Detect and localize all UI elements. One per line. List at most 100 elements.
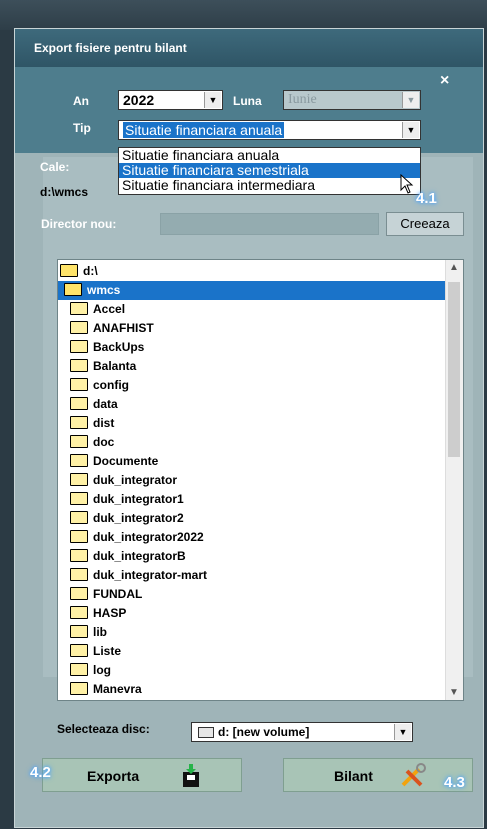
luna-select: Iunie ▼ [283,90,421,110]
an-select[interactable]: 2022 ▼ [118,90,223,110]
tree-folder-label: duk_integrator1 [93,492,184,506]
tree-folder-item[interactable]: BackUps [70,338,144,357]
tree-folder-item[interactable]: Documente [70,452,158,471]
tree-folder-label: Documente [93,454,159,468]
tree-root[interactable]: d:\ [60,262,98,281]
chevron-down-icon[interactable]: ▼ [394,724,411,740]
save-export-icon [183,764,199,787]
an-value: 2022 [123,92,155,108]
folder-icon [70,378,88,392]
folder-icon [70,473,88,487]
dialog-title: Export fisiere pentru bilant [15,29,483,67]
tree-folder-label: dist [93,416,115,430]
tree-folder-label: duk_integratorB [93,549,186,563]
dropdown-option-anuala[interactable]: Situatie financiara anuala [119,148,420,163]
tree-folder-item[interactable]: ANAFHIST [70,319,154,338]
tree-selected-item[interactable]: wmcs [58,281,445,300]
tree-selected-label: wmcs [87,283,121,297]
scroll-down-icon[interactable]: ▼ [449,687,459,698]
tree-folder-label: log [93,663,111,677]
folder-icon [70,549,88,563]
tree-folder-item[interactable]: Balanta [70,357,136,376]
folder-icon [70,397,88,411]
folder-icon [70,568,88,582]
folder-icon [70,454,88,468]
tip-label: Tip [73,121,91,135]
tree-folder-item[interactable]: duk_integrator-mart [70,566,207,585]
tree-folder-label: BackUps [93,340,145,354]
tree-folder-item[interactable]: config [70,376,129,395]
tip-select[interactable]: Situatie financiara anuala ▼ [118,120,421,140]
current-path: d:\wmcs [40,185,89,199]
tree-folder-item[interactable]: duk_integrator2 [70,509,184,528]
badge-4-3: 4.3 [444,774,465,791]
folder-icon [70,644,88,658]
export-button[interactable]: Exporta [42,758,242,792]
tree-folder-label: HASP [93,606,127,620]
folder-icon [70,587,88,601]
tree-folder-label: lib [93,625,107,639]
new-directory-input[interactable] [160,213,379,235]
disc-select[interactable]: d: [new volume] ▼ [191,722,413,742]
tree-folder-item[interactable]: lib [70,623,107,642]
folder-icon [70,606,88,620]
new-directory-label: Director nou: [41,217,117,231]
badge-4-1: 4.1 [416,190,437,207]
folder-icon [70,359,88,373]
tree-folder-label: Balanta [93,359,137,373]
folder-open-icon [60,264,78,278]
drive-icon [198,727,214,738]
an-label: An [73,94,89,108]
tree-folder-label: doc [93,435,115,449]
folder-icon [70,530,88,544]
tools-icon [401,763,426,787]
mouse-cursor-icon [400,174,414,194]
dropdown-option-intermediara[interactable]: Situatie financiara intermediara [119,178,420,193]
tree-folder-label: data [93,397,118,411]
tree-folder-item[interactable]: duk_integrator1 [70,490,184,509]
tree-folder-item[interactable]: HASP [70,604,126,623]
create-directory-button[interactable]: Creeaza [386,212,464,236]
tree-folder-label: duk_integrator2 [93,511,184,525]
folder-tree[interactable]: d:\ wmcs Accel ANAFHIST BackUps Balanta conf… [57,259,464,701]
tree-folder-label: duk_integrator-mart [93,568,208,582]
tree-folder-label: Manevra [93,682,142,696]
folder-icon [70,492,88,506]
scroll-thumb[interactable] [448,282,460,457]
tree-folder-item[interactable]: FUNDAL [70,585,142,604]
tree-folder-label: Accel [93,302,126,316]
tree-folder-label: duk_integrator2022 [93,530,204,544]
folder-icon [70,435,88,449]
tree-folder-label: Liste [93,644,122,658]
cale-label: Cale: [40,160,70,174]
folder-icon [70,511,88,525]
tree-folder-item[interactable]: doc [70,433,114,452]
chevron-down-icon[interactable]: ▼ [204,92,221,108]
tree-folder-item[interactable]: duk_integrator2022 [70,528,204,547]
tree-folder-item[interactable]: duk_integratorB [70,547,186,566]
tree-folder-item[interactable]: dist [70,414,114,433]
folder-icon [70,416,88,430]
tree-folder-item[interactable]: Liste [70,642,121,661]
tree-folder-item[interactable]: data [70,395,118,414]
tree-folder-item[interactable]: Manevra [70,680,142,699]
tree-folder-item[interactable]: Accel [70,300,125,319]
close-button[interactable]: × [440,72,449,90]
bilant-button-label: Bilant [334,768,373,784]
tree-scrollbar[interactable]: ▲ ▼ [445,260,463,700]
dropdown-option-semestriala[interactable]: Situatie financiara semestriala [119,163,420,178]
luna-value: Iunie [288,92,317,107]
tree-folder-label: FUNDAL [93,587,143,601]
disc-label: Selecteaza disc: [57,722,150,736]
tree-root-label: d:\ [83,264,98,278]
badge-4-2: 4.2 [30,764,51,781]
chevron-down-icon[interactable]: ▼ [402,122,419,138]
folder-icon [70,321,88,335]
tree-folder-item[interactable]: duk_integrator [70,471,177,490]
luna-label: Luna [233,94,262,108]
folder-icon [70,340,88,354]
tree-folder-label: config [93,378,129,392]
tree-folder-item[interactable]: log [70,661,111,680]
scroll-up-icon[interactable]: ▲ [449,262,459,273]
disc-value: d: [new volume] [218,725,310,739]
